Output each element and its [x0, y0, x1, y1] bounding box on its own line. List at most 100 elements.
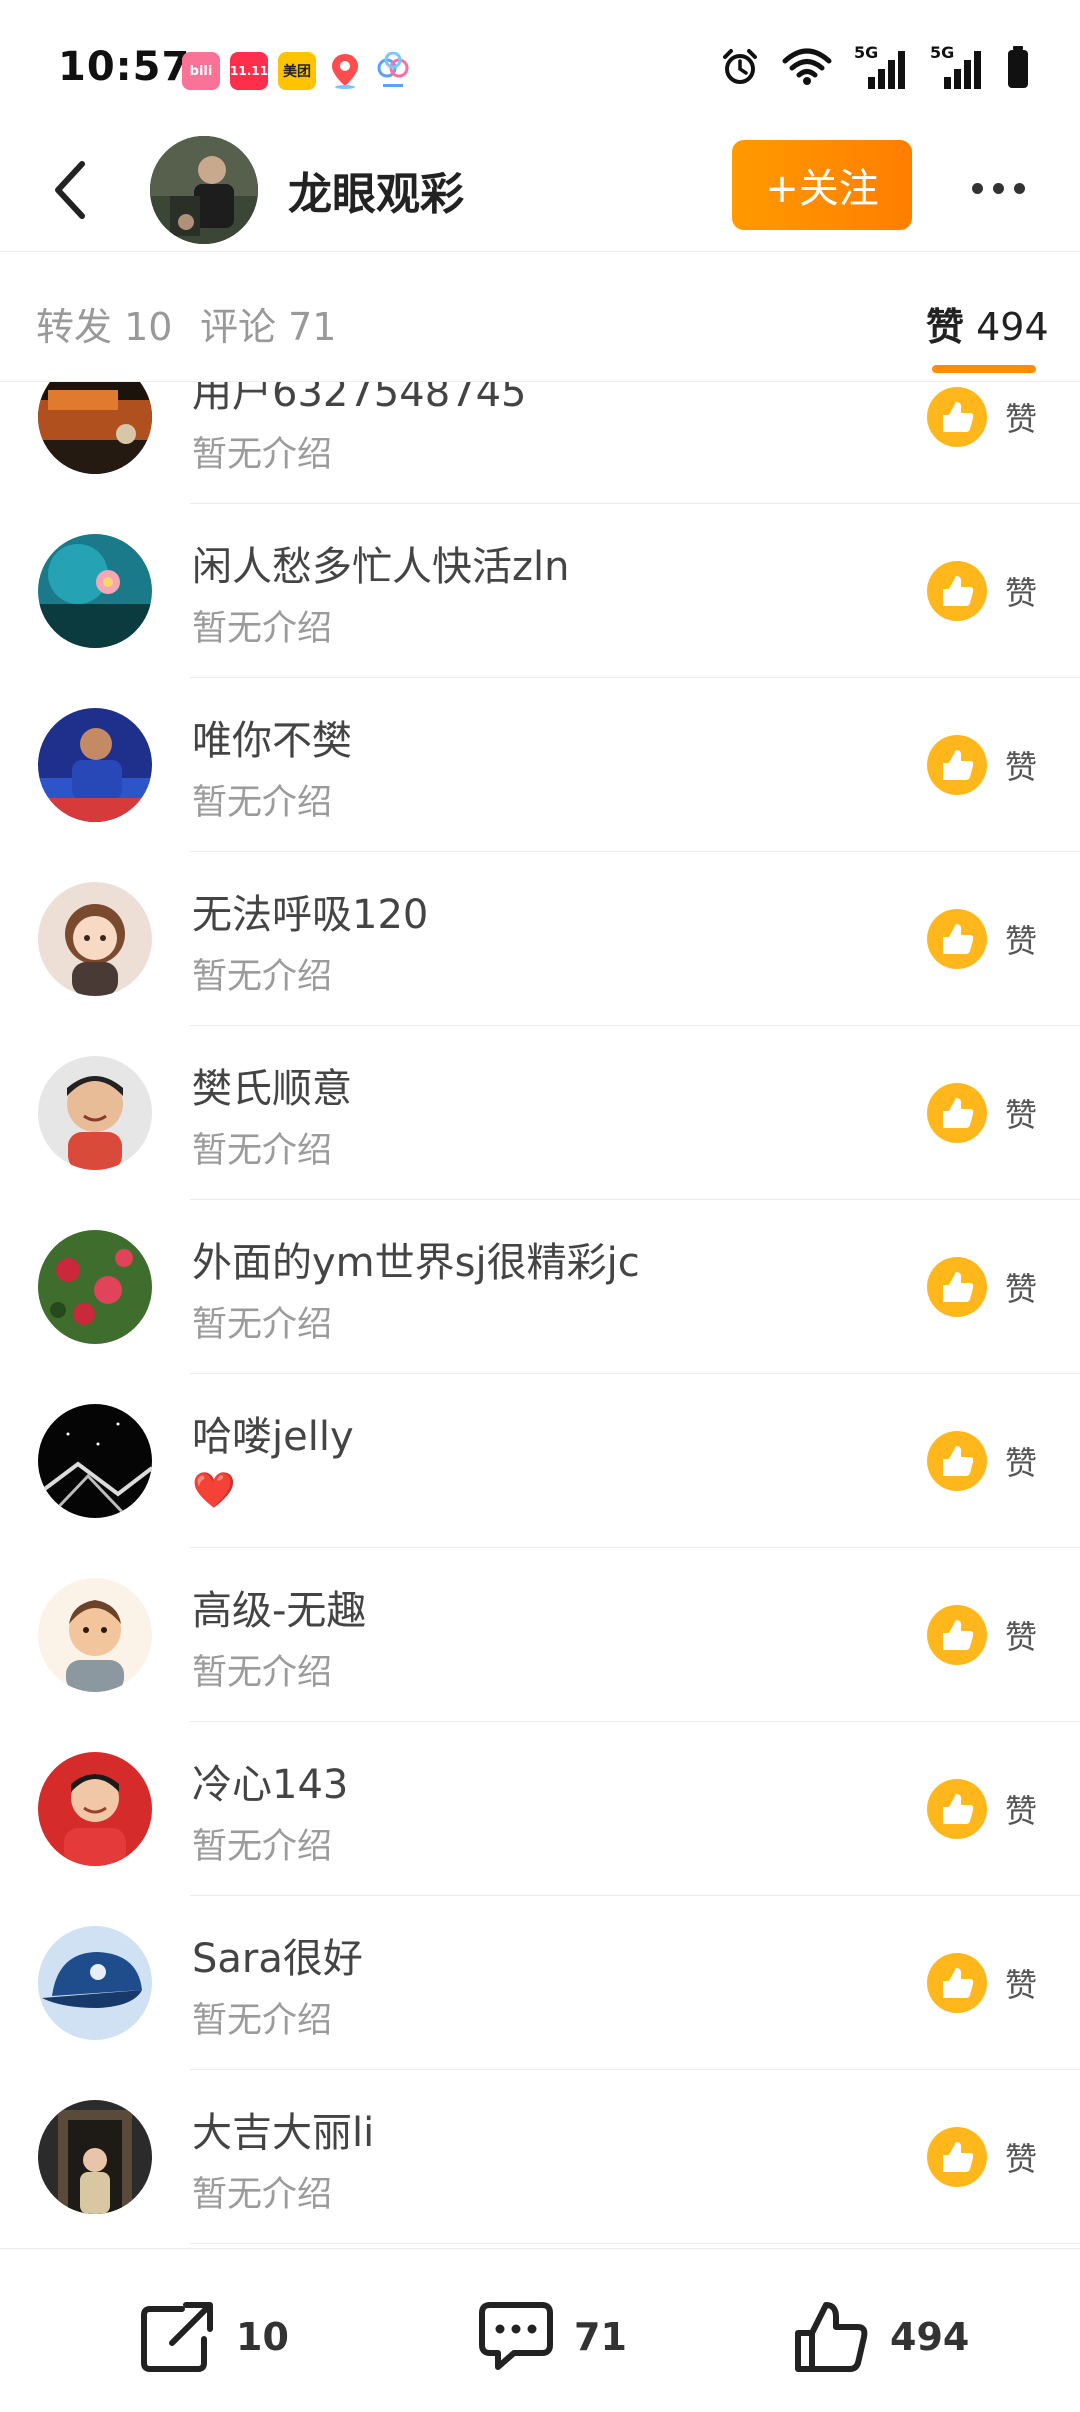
liker-intro: 暂无介绍 — [192, 435, 333, 475]
like-back-icon[interactable] — [926, 1604, 988, 1666]
liker-avatar[interactable] — [38, 534, 152, 648]
comment-action[interactable]: 71 — [476, 2297, 627, 2377]
more-dot — [971, 182, 983, 194]
account-name[interactable]: 龙眼观彩 — [288, 158, 464, 222]
liker-intro: 暂无介绍 — [192, 1131, 333, 1171]
like-back-label[interactable]: 赞 — [1005, 1612, 1037, 1658]
like-back-icon[interactable] — [926, 1430, 988, 1492]
liker-avatar[interactable] — [38, 382, 152, 474]
tab-comments-label: 评论 — [200, 305, 277, 349]
liker-name[interactable]: 冷心143 — [192, 1752, 348, 1810]
liker-avatar[interactable] — [38, 2100, 152, 2214]
cellular-signal-2-icon: 5G — [930, 43, 984, 91]
like-back-label[interactable]: 赞 — [1005, 568, 1037, 614]
liker-row[interactable]: 大吉大丽li 暂无介绍 赞 — [0, 2070, 1080, 2244]
cellular-signal-icon: 5G — [854, 43, 908, 91]
tab-reposts[interactable]: 转发 10 — [36, 296, 172, 351]
liker-row[interactable]: Sara很好暂无介绍 赞 — [0, 1896, 1080, 2070]
liker-name[interactable]: Sara很好 — [192, 1926, 363, 1984]
liker-row[interactable]: 高级-无趣 暂无介绍 赞 — [0, 1548, 1080, 1722]
liker-avatar[interactable] — [38, 1926, 152, 2040]
page: 10:57 bili 11.11 美团 5G 5G 龙眼观彩 +关注 转发 10… — [0, 0, 1080, 2412]
status-bar: 10:57 bili 11.11 美团 5G 5G — [0, 0, 1080, 130]
liker-name[interactable]: 哈喽jelly — [192, 1404, 354, 1462]
liker-name[interactable]: 高级-无趣 — [192, 1578, 366, 1636]
liker-row[interactable]: 冷心143 暂无介绍 赞 — [0, 1722, 1080, 1896]
like-back-icon[interactable] — [926, 734, 988, 796]
like-count: 494 — [890, 2315, 970, 2359]
tab-comments[interactable]: 评论 71 — [200, 296, 336, 351]
repost-count: 10 — [236, 2315, 289, 2359]
tab-comments-count: 71 — [288, 305, 337, 349]
liker-avatar[interactable] — [38, 1056, 152, 1170]
like-back-label[interactable]: 赞 — [1005, 1438, 1037, 1484]
liker-name[interactable]: 无法呼吸120 — [192, 882, 428, 940]
liker-name[interactable]: 樊氏顺意 — [192, 1056, 352, 1114]
liker-row[interactable]: 唯你不樊暂无介绍 赞 — [0, 678, 1080, 852]
profile-header: 龙眼观彩 +关注 — [0, 130, 1080, 252]
likers-list-inner: 用户6327548745 暂无介绍赞闲人愁多忙人快活zln 暂无介绍赞唯你不樊 暂无介… — [0, 382, 1080, 2244]
liker-row[interactable]: 外面的ym世界sj很精彩jc 暂无介绍 赞 — [0, 1200, 1080, 1374]
liker-row[interactable]: 哈喽jelly ❤️ 赞 — [0, 1374, 1080, 1548]
comment-count: 71 — [574, 2315, 627, 2359]
liker-name[interactable]: 用户6327548745 — [192, 382, 527, 418]
liker-name[interactable]: 大吉大丽li — [192, 2100, 374, 2158]
liker-avatar[interactable] — [38, 1752, 152, 1866]
liker-name[interactable]: 唯你不樊 — [192, 708, 352, 766]
liker-row[interactable]: 无法呼吸120 暂无介绍 赞 — [0, 852, 1080, 1026]
tab-likes-label: 赞 — [926, 305, 965, 349]
like-back-icon[interactable] — [926, 1082, 988, 1144]
like-back-icon[interactable] — [926, 560, 988, 622]
like-back-label[interactable]: 赞 — [1005, 742, 1037, 788]
tab-reposts-label: 转发 — [36, 305, 113, 349]
more-dot — [992, 182, 1004, 194]
liker-intro: 暂无介绍 — [192, 2001, 333, 2041]
liker-avatar[interactable] — [38, 1404, 152, 1518]
like-back-icon[interactable] — [926, 386, 988, 448]
map-pin-app-icon — [326, 52, 364, 90]
like-back-icon[interactable] — [926, 1256, 988, 1318]
liker-intro: 暂无介绍 — [192, 609, 333, 649]
like-back-label[interactable]: 赞 — [1005, 394, 1037, 440]
battery-icon — [1006, 45, 1030, 93]
liker-avatar[interactable] — [38, 882, 152, 996]
like-back-icon[interactable] — [926, 2126, 988, 2188]
like-back-label[interactable]: 赞 — [1005, 1264, 1037, 1310]
liker-name[interactable]: 闲人愁多忙人快活zln — [192, 534, 569, 592]
repost-action[interactable]: 10 — [138, 2297, 289, 2377]
interaction-tabs: 转发 10 评论 71 赞 494 — [0, 252, 1080, 382]
like-action[interactable]: 494 — [792, 2297, 969, 2377]
liker-intro: 暂无介绍 — [192, 2175, 333, 2215]
liker-avatar[interactable] — [38, 1230, 152, 1344]
follow-button[interactable]: +关注 — [732, 140, 912, 230]
like-back-label[interactable]: 赞 — [1005, 1786, 1037, 1832]
liker-row[interactable]: 樊氏顺意暂无介绍 赞 — [0, 1026, 1080, 1200]
back-button[interactable] — [30, 150, 110, 230]
alarm-icon — [720, 47, 760, 91]
like-back-label[interactable]: 赞 — [1005, 1960, 1037, 2006]
liker-row[interactable]: 闲人愁多忙人快活zln 暂无介绍 赞 — [0, 504, 1080, 678]
tab-likes[interactable]: 赞 494 — [926, 296, 1049, 351]
liker-name[interactable]: 外面的ym世界sj很精彩jc — [192, 1230, 640, 1288]
liker-avatar[interactable] — [38, 1578, 152, 1692]
like-back-icon[interactable] — [926, 908, 988, 970]
status-time: 10:57 — [58, 44, 191, 90]
tmall-11-app-icon: 11.11 — [230, 52, 268, 90]
like-back-icon[interactable] — [926, 1952, 988, 2014]
liker-intro: 暂无介绍 — [192, 1305, 333, 1345]
like-back-label[interactable]: 赞 — [1005, 1090, 1037, 1136]
liker-intro: 暂无介绍 — [192, 783, 333, 823]
likers-list[interactable]: 用户6327548745 暂无介绍赞闲人愁多忙人快活zln 暂无介绍赞唯你不樊 暂无介… — [0, 382, 1080, 2248]
liker-avatar[interactable] — [38, 708, 152, 822]
chevron-left-icon — [55, 161, 85, 219]
like-back-label[interactable]: 赞 — [1005, 2134, 1037, 2180]
like-back-icon[interactable] — [926, 1778, 988, 1840]
header-avatar[interactable] — [150, 136, 258, 244]
more-options-button[interactable] — [958, 158, 1038, 218]
share-icon — [141, 2302, 213, 2372]
like-back-label[interactable]: 赞 — [1005, 916, 1037, 962]
liker-row[interactable]: 用户6327548745 暂无介绍 赞 — [0, 382, 1080, 504]
wifi-icon — [782, 47, 832, 91]
thumbs-up-icon — [795, 2302, 868, 2372]
liker-intro: 暂无介绍 — [192, 957, 333, 997]
